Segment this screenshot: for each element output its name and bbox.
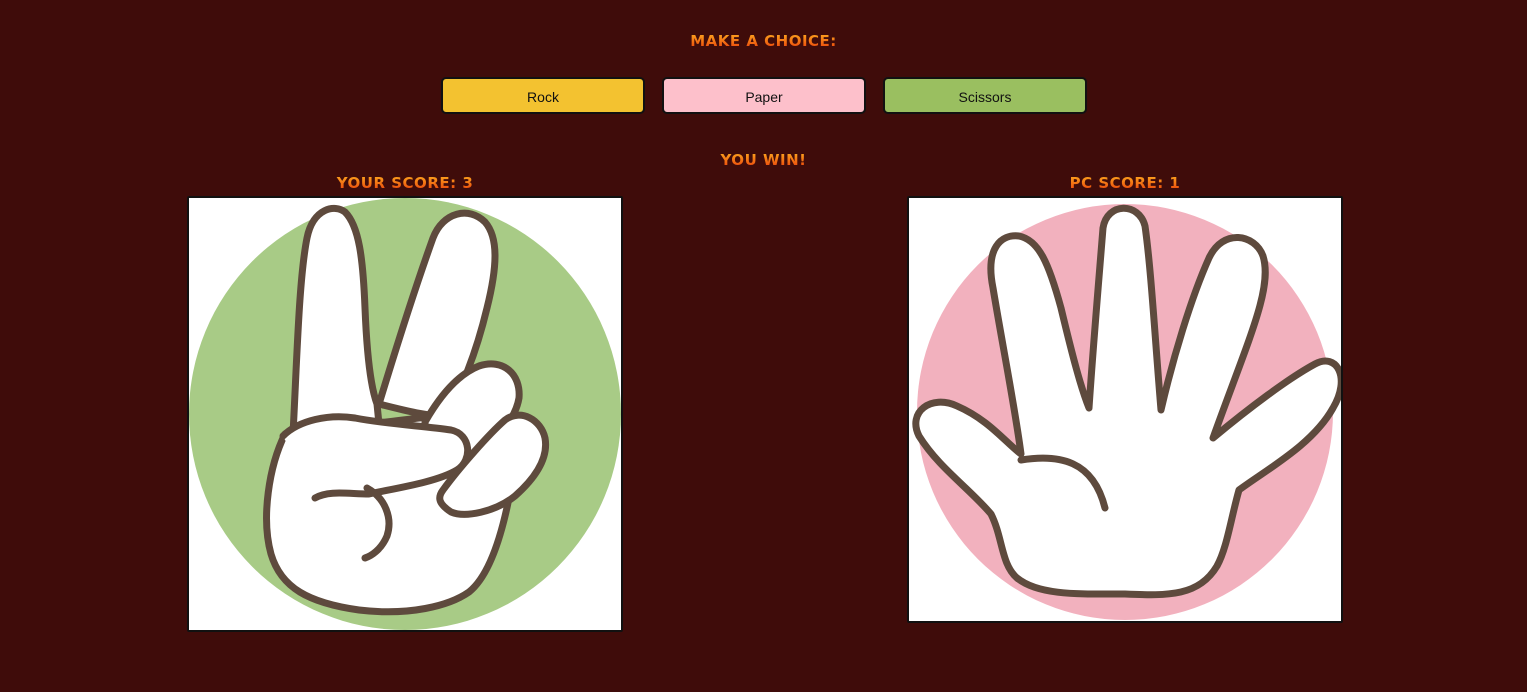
player-choice-card [187,196,623,632]
choice-buttons: Rock Paper Scissors [441,77,1091,117]
scissors-button[interactable]: Scissors [883,77,1087,114]
pc-choice-card [907,196,1343,623]
paper-hand-icon [912,204,1341,620]
result-message: You win! [0,151,1527,169]
paper-button[interactable]: Paper [662,77,866,114]
player-score: Your score: 3 [187,174,623,192]
pc-score: PC score: 1 [907,174,1343,192]
choice-title: Make a choice: [0,32,1527,50]
rock-button[interactable]: Rock [441,77,645,114]
game-stage: Make a choice: Rock Paper Scissors You w… [0,0,1527,692]
scissors-hand-icon [189,198,621,630]
